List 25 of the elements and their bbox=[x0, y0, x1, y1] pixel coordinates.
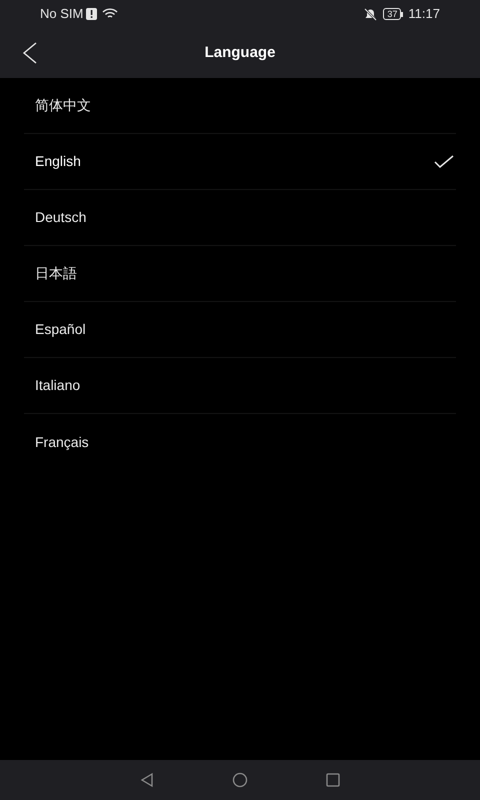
language-option[interactable]: Español bbox=[24, 302, 456, 358]
language-label: Español bbox=[35, 320, 86, 339]
language-label: Deutsch bbox=[35, 208, 86, 227]
language-option[interactable]: Français bbox=[24, 414, 456, 470]
page-title: Language bbox=[204, 42, 276, 63]
language-option[interactable]: Deutsch bbox=[24, 190, 456, 246]
language-label: Italiano bbox=[35, 376, 80, 395]
sim-alert-icon bbox=[86, 8, 98, 20]
language-label: 日本語 bbox=[35, 264, 77, 283]
checkmark-icon bbox=[434, 154, 454, 168]
language-label: English bbox=[35, 152, 81, 171]
battery-icon: 37 bbox=[383, 8, 404, 20]
clock-text: 11:17 bbox=[408, 5, 440, 24]
language-option[interactable]: 日本語 bbox=[24, 246, 456, 302]
language-option[interactable]: Italiano bbox=[24, 358, 456, 414]
back-nav-icon[interactable] bbox=[138, 772, 155, 788]
recents-nav-icon[interactable] bbox=[325, 772, 342, 788]
carrier-text: No SIM bbox=[40, 5, 84, 24]
language-label: 简体中文 bbox=[35, 96, 91, 115]
language-option[interactable]: 简体中文 bbox=[24, 78, 456, 134]
wifi-icon bbox=[102, 8, 118, 20]
home-nav-icon[interactable] bbox=[232, 772, 248, 788]
language-label: Français bbox=[35, 432, 89, 452]
language-option[interactable]: English bbox=[24, 134, 456, 190]
muted-bell-icon bbox=[364, 8, 378, 20]
